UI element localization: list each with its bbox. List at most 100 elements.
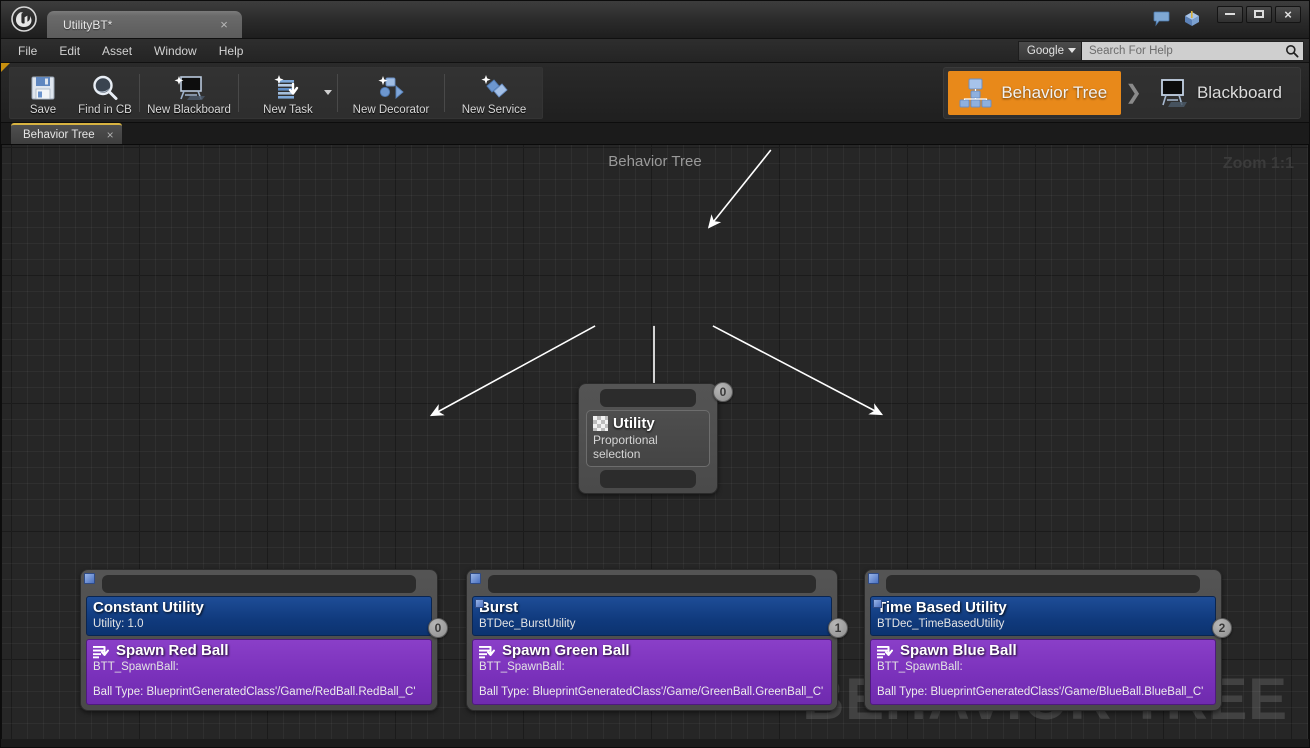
node-subtitle: Proportional selection [593,433,658,461]
new-decorator-icon [374,73,408,103]
graph-node-root[interactable]: Utility Proportional selection 0 [578,382,733,494]
node-content: Constant Utility Utility: 1.0 Spawn Red … [86,596,432,706]
node-input-pin-row[interactable] [600,389,696,407]
window-controls: × [1217,5,1301,23]
task-title: Spawn Red Ball [116,642,229,660]
menu-file[interactable]: File [7,41,48,61]
new-task-button[interactable]: New Task [242,70,334,116]
editor-window: UtilityBT* × × File Edit Asset Window He… [0,0,1310,748]
decorator-segment[interactable]: Constant Utility Utility: 1.0 [86,596,432,637]
node-content: Time Based Utility BTDec_TimeBasedUtilit… [870,596,1216,706]
behavior-tree-graph-canvas[interactable]: Behavior Tree Zoom 1:1 BEHAVIOR TREE [1,145,1309,739]
minimize-button[interactable] [1217,5,1243,23]
task-subtitle: BTT_SpawnBall: [877,660,963,673]
graph-node-child-0[interactable]: Constant Utility Utility: 1.0 Spawn Red … [80,569,448,712]
task-icon [877,645,893,658]
toolbar-corner-accent [1,63,10,72]
decorator-segment[interactable]: Time Based Utility BTDec_TimeBasedUtilit… [870,596,1216,637]
zoom-level-label: Zoom 1:1 [1222,155,1294,172]
new-task-label: New Task [263,103,313,116]
node-input-pin-row[interactable] [102,575,416,593]
document-tab-label: UtilityBT* [63,17,113,32]
new-service-button[interactable]: New Service [448,70,540,116]
task-property: Ball Type: BlueprintGeneratedClass'/Game… [479,686,824,699]
new-service-icon [477,73,511,103]
close-icon[interactable]: × [107,128,114,142]
new-service-label: New Service [461,103,527,116]
blackboard-icon [172,73,206,103]
node-title: Utility [613,415,655,432]
task-segment[interactable]: Spawn Blue Ball BTT_SpawnBall: Ball Type… [870,639,1216,706]
panel-tab-strip: Behavior Tree × [1,123,1309,145]
chevron-down-icon [1068,48,1076,53]
node-content: Burst BTDec_BurstUtility Spawn Green Bal… [472,596,832,706]
search-input[interactable] [1089,44,1285,57]
unreal-engine-logo [1,0,47,38]
close-icon[interactable]: × [216,17,232,32]
main-toolbar: Save Find in CB New Blackboard New Task … [1,63,1309,123]
menu-asset[interactable]: Asset [91,41,143,61]
node-output-pin-row[interactable] [600,470,696,488]
help-search-box[interactable] [1082,40,1304,61]
help-search-area: Google [1017,40,1309,62]
toolbar-separator [238,73,239,112]
decorator-subtitle: Utility: 1.0 [93,617,144,630]
decorator-title: Constant Utility [93,599,204,616]
mode-switcher: Behavior Tree ❯ Blackboard [943,66,1301,119]
decorator-pin-icon[interactable] [475,599,484,608]
toolbar-separator [139,73,140,112]
new-blackboard-label: New Blackboard [147,103,231,116]
chevron-down-icon[interactable] [324,89,332,95]
document-tab[interactable]: UtilityBT* × [47,11,242,38]
mode-blackboard-label: Blackboard [1196,82,1282,102]
graph-node-child-1[interactable]: Burst BTDec_BurstUtility Spawn Green Bal… [466,569,848,712]
task-segment[interactable]: Spawn Red Ball BTT_SpawnBall: Ball Type:… [86,639,432,706]
menu-window[interactable]: Window [143,41,208,61]
decorator-segment[interactable]: Burst BTDec_BurstUtility [472,596,832,637]
node-pin-icon[interactable] [470,573,481,584]
task-segment[interactable]: Spawn Green Ball BTT_SpawnBall: Ball Typ… [472,639,832,706]
decorator-pin-icon[interactable] [873,599,882,608]
task-subtitle: BTT_SpawnBall: [93,660,179,673]
graph-node-child-2[interactable]: Time Based Utility BTDec_TimeBasedUtilit… [864,569,1232,712]
save-button[interactable]: Save [12,70,74,116]
new-decorator-label: New Decorator [352,103,430,116]
search-engine-label: Google [1026,44,1064,57]
feedback-bubble-icon[interactable] [1151,7,1173,31]
title-bar-right: × [1151,0,1309,38]
menu-bar: File Edit Asset Window Help Google [1,39,1309,63]
new-decorator-button[interactable]: New Decorator [341,70,441,116]
task-title: Spawn Blue Ball [900,642,1017,660]
search-icon [1286,44,1299,58]
toolbar-group: Save Find in CB New Blackboard New Task … [9,66,543,119]
new-blackboard-button[interactable]: New Blackboard [143,70,235,116]
graph-title: Behavior Tree [608,153,702,170]
maximize-button[interactable] [1246,5,1272,23]
save-label: Save [29,103,57,116]
decorator-title: Burst [479,599,519,616]
node-index-badge: 0 [713,382,733,402]
save-icon [28,73,58,103]
menu-edit[interactable]: Edit [48,41,91,61]
close-button[interactable]: × [1275,5,1301,23]
mode-behavior-tree[interactable]: Behavior Tree [948,70,1122,115]
title-bar: UtilityBT* × × [1,1,1309,39]
menu-help[interactable]: Help [208,41,255,61]
node-index-badge: 1 [828,618,848,638]
magnifier-icon [90,73,120,103]
decorator-subtitle: BTDec_TimeBasedUtility [877,617,1005,630]
mode-blackboard[interactable]: Blackboard [1146,71,1296,115]
find-in-content-browser-button[interactable]: Find in CB [74,70,136,116]
tab-behavior-tree[interactable]: Behavior Tree × [11,123,122,144]
decorator-title: Time Based Utility [877,599,1007,616]
search-engine-dropdown[interactable]: Google [1017,40,1082,61]
cube-icon[interactable] [1181,7,1203,31]
node-input-pin-row[interactable] [886,575,1200,593]
behavior-tree-icon [959,78,992,107]
status-bar [1,739,1309,747]
node-pin-icon[interactable] [84,573,95,584]
task-property: Ball Type: BlueprintGeneratedClass'/Game… [93,686,416,699]
node-index-badge: 2 [1212,618,1232,638]
node-pin-icon[interactable] [868,573,879,584]
node-input-pin-row[interactable] [488,575,816,593]
